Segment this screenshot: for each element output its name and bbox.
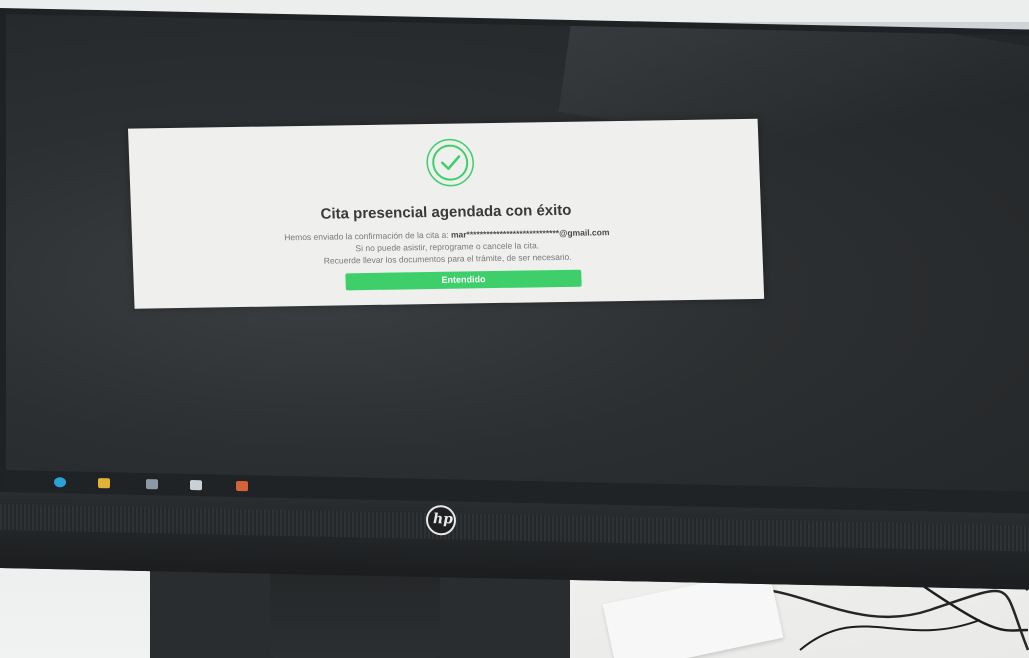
chrome-icon[interactable] [54,477,66,488]
confirmation-prefix: Hemos enviado la confirmación de la cita… [284,229,452,243]
masked-email: mar****************************@gmail.co… [450,227,610,240]
entendido-button[interactable]: Entendido [345,269,582,291]
dialog-wrapper: Cita presencial agendada con éxito Hemos… [128,118,765,319]
hp-logo: hp [426,504,456,536]
check-circle-icon [426,138,474,187]
dialog-title: Cita presencial agendada con éxito [320,201,572,223]
mail-icon[interactable] [190,479,202,491]
success-dialog: Cita presencial agendada con éxito Hemos… [128,118,765,309]
speaker-grille [0,504,1029,552]
store-icon[interactable] [146,479,158,490]
monitor: Cita presencial agendada con éxito Hemos… [0,8,1029,590]
hp-logo-text: hp [433,511,453,528]
monitor-screen: Cita presencial agendada con éxito Hemos… [6,14,1029,514]
photo-scene: Cita presencial agendada con éxito Hemos… [0,0,1029,658]
app-icon[interactable] [236,480,248,492]
folder-icon[interactable] [98,478,110,489]
